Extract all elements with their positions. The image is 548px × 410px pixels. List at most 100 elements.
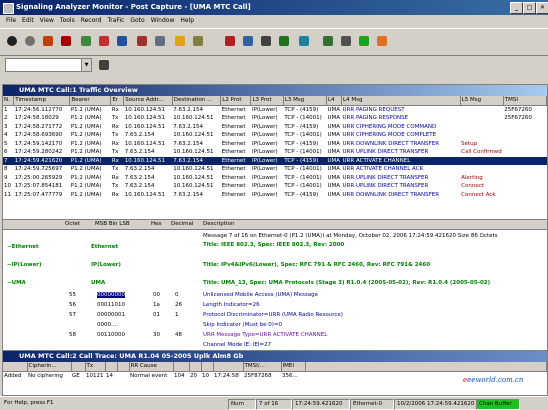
table-row[interactable]: 7 17:24:59.421620 P1.2 (UMA) Rx 10.160.124.5… xyxy=(3,156,547,165)
antenna-icon[interactable] xyxy=(338,33,354,49)
table-row[interactable]: 2 17:24:58.18029 P1.2 (UMA) Tx 10.160.124.51… xyxy=(3,114,547,123)
column-header[interactable] xyxy=(105,362,118,372)
filter-combo[interactable]: ▼ xyxy=(5,58,92,72)
column-header[interactable] xyxy=(117,362,130,372)
table-cell: Ethernet xyxy=(221,115,246,121)
trace-icon[interactable] xyxy=(96,33,112,49)
table-row[interactable]: 3 17:24:58.271772 P1.2 (UMA) Rx 10.160.124.5… xyxy=(3,123,547,132)
field-binary: 00110000 xyxy=(97,332,125,338)
column-header[interactable] xyxy=(173,362,190,372)
table-cell: URR UPLINK DIRECT TRANSFER xyxy=(342,174,429,181)
layer-uma-value: UMA xyxy=(91,280,106,286)
column-header[interactable] xyxy=(305,362,547,372)
menu-record[interactable]: Record xyxy=(78,15,105,27)
export-icon[interactable] xyxy=(240,33,256,49)
column-header[interactable]: Tx xyxy=(85,362,106,372)
column-header[interactable]: Er xyxy=(110,96,125,106)
column-header[interactable]: Bearer xyxy=(69,96,112,106)
filter-icon[interactable] xyxy=(78,33,94,49)
column-header[interactable] xyxy=(189,362,202,372)
menu-view[interactable]: View xyxy=(37,15,57,27)
binoculars-icon[interactable] xyxy=(96,57,112,73)
field-hex: 01 xyxy=(153,312,160,318)
column-header[interactable]: L4 Msg xyxy=(341,96,461,106)
column-header[interactable]: TMSI xyxy=(503,96,548,106)
help-icon[interactable] xyxy=(356,33,372,49)
column-header[interactable]: RR Cause xyxy=(129,362,174,372)
table-cell: 10.160.124.51 xyxy=(173,166,214,172)
column-header[interactable]: Timestamp xyxy=(13,96,71,106)
column-header[interactable] xyxy=(71,362,86,372)
col-description[interactable]: Description xyxy=(203,221,234,227)
table-row[interactable]: 11 17:25:07.477779 P1.2 (UMA) Rx 10.160.124.… xyxy=(3,191,547,200)
column-header[interactable]: IMEI xyxy=(281,362,306,372)
table-row[interactable]: 5 17:24:59.142170 P1.2 (UMA) Rx 10.160.124.5… xyxy=(3,140,547,149)
traffic-table: N. Timestamp Bearer Er Source Addr... Destina… xyxy=(3,96,548,200)
user-icon[interactable] xyxy=(296,33,312,49)
traffic-overview-panel: UMA MTC Call:1 Traffic Overview N. Timest… xyxy=(2,84,548,220)
table-row[interactable]: 9 17:25:00.265929 P1.2 (UMA) Rx 7.63.2.154 10… xyxy=(3,174,547,183)
table-cell: Tx xyxy=(111,166,119,172)
network-icon[interactable] xyxy=(320,33,336,49)
table-row[interactable]: 1 17:24:56.112770 P1.2 (UMA) Rx 10.160.124.5… xyxy=(3,105,547,114)
stop-icon[interactable] xyxy=(58,33,74,49)
monitor-icon[interactable] xyxy=(4,33,20,49)
phone-icon[interactable] xyxy=(222,33,238,49)
table-cell: 10.160.124.51 xyxy=(124,106,165,113)
zoom-icon[interactable] xyxy=(172,33,188,49)
table-cell: Connect Ack xyxy=(461,191,496,198)
table-cell: Ethernet xyxy=(221,166,246,172)
column-header[interactable]: Source Addr... xyxy=(123,96,173,106)
menu-window[interactable]: Window xyxy=(148,15,178,27)
table-cell: 17:24:58.18029 xyxy=(14,115,59,121)
column-header[interactable]: L2 Prot xyxy=(220,96,252,106)
table-row[interactable]: 4 17:24:58.693690 P1.2 (UMA) Tx 7.63.2.154 10… xyxy=(3,131,547,140)
column-header[interactable]: Cipherin... xyxy=(27,362,72,372)
capture-icon[interactable] xyxy=(114,33,130,49)
column-header[interactable]: L3 Prot xyxy=(250,96,284,106)
column-header[interactable]: L5 Msg xyxy=(460,96,504,106)
grid-icon[interactable] xyxy=(190,33,206,49)
column-header[interactable]: Destination ... xyxy=(172,96,222,106)
table-row[interactable]: 10 17:25:07.854181 P1.2 (UMA) Tx 7.63.2.154 1… xyxy=(3,182,547,191)
minimize-button[interactable]: _ xyxy=(510,2,523,14)
settings-icon[interactable] xyxy=(22,33,38,49)
analysis-icon[interactable] xyxy=(152,33,168,49)
column-header[interactable]: TMSI/... xyxy=(243,362,282,372)
column-header[interactable]: N. xyxy=(3,96,15,106)
table-row[interactable]: 6 17:24:59.280242 P1.2 (UMA) Tx 7.63.2.154 10… xyxy=(3,148,547,157)
table-cell: TCP - (4159) xyxy=(284,140,319,147)
column-header[interactable]: L3 Msg xyxy=(283,96,327,106)
layer-uma[interactable]: −UMA xyxy=(7,280,26,286)
table-cell: Rx xyxy=(110,156,124,165)
table-cell: UMA xyxy=(327,140,340,147)
column-header[interactable] xyxy=(201,362,214,372)
mobile-icon[interactable] xyxy=(276,33,292,49)
table-cell: 17:25:00.265929 xyxy=(14,174,63,181)
table-cell xyxy=(460,165,503,174)
layer-ethernet[interactable]: −Ethernet xyxy=(7,244,39,250)
chart-icon[interactable] xyxy=(134,33,150,49)
menu-help[interactable]: Help xyxy=(177,15,197,27)
col-octet[interactable]: Octet xyxy=(65,221,80,227)
exit-icon[interactable] xyxy=(374,33,390,49)
menu-trafic[interactable]: TraFic xyxy=(104,15,127,27)
column-header[interactable] xyxy=(213,362,244,372)
column-header[interactable] xyxy=(3,362,28,372)
menu-file[interactable]: File xyxy=(0,15,19,27)
table-row[interactable]: 8 17:24:59.725697 P1.2 (UMA) Tx 7.63.2.154 10… xyxy=(3,165,547,174)
menu-goto[interactable]: Goto xyxy=(127,15,147,27)
menu-edit[interactable]: Edit xyxy=(19,15,37,27)
table-cell: 10 xyxy=(202,372,209,379)
record-icon[interactable] xyxy=(40,33,56,49)
table-cell: 25F67260 xyxy=(504,106,532,113)
col-decimal[interactable]: Decimal xyxy=(171,221,193,227)
layer-ip[interactable]: −IP(Lower) xyxy=(7,262,42,268)
maximize-button[interactable]: □ xyxy=(523,2,536,14)
col-hex[interactable]: Hex xyxy=(151,221,162,227)
print-icon[interactable] xyxy=(258,33,274,49)
menu-tools[interactable]: Tools xyxy=(57,15,78,27)
close-button[interactable]: ✕ xyxy=(536,2,548,14)
column-header[interactable]: L4 xyxy=(326,96,343,106)
col-binary[interactable]: MSB Bin LSB xyxy=(95,221,130,227)
